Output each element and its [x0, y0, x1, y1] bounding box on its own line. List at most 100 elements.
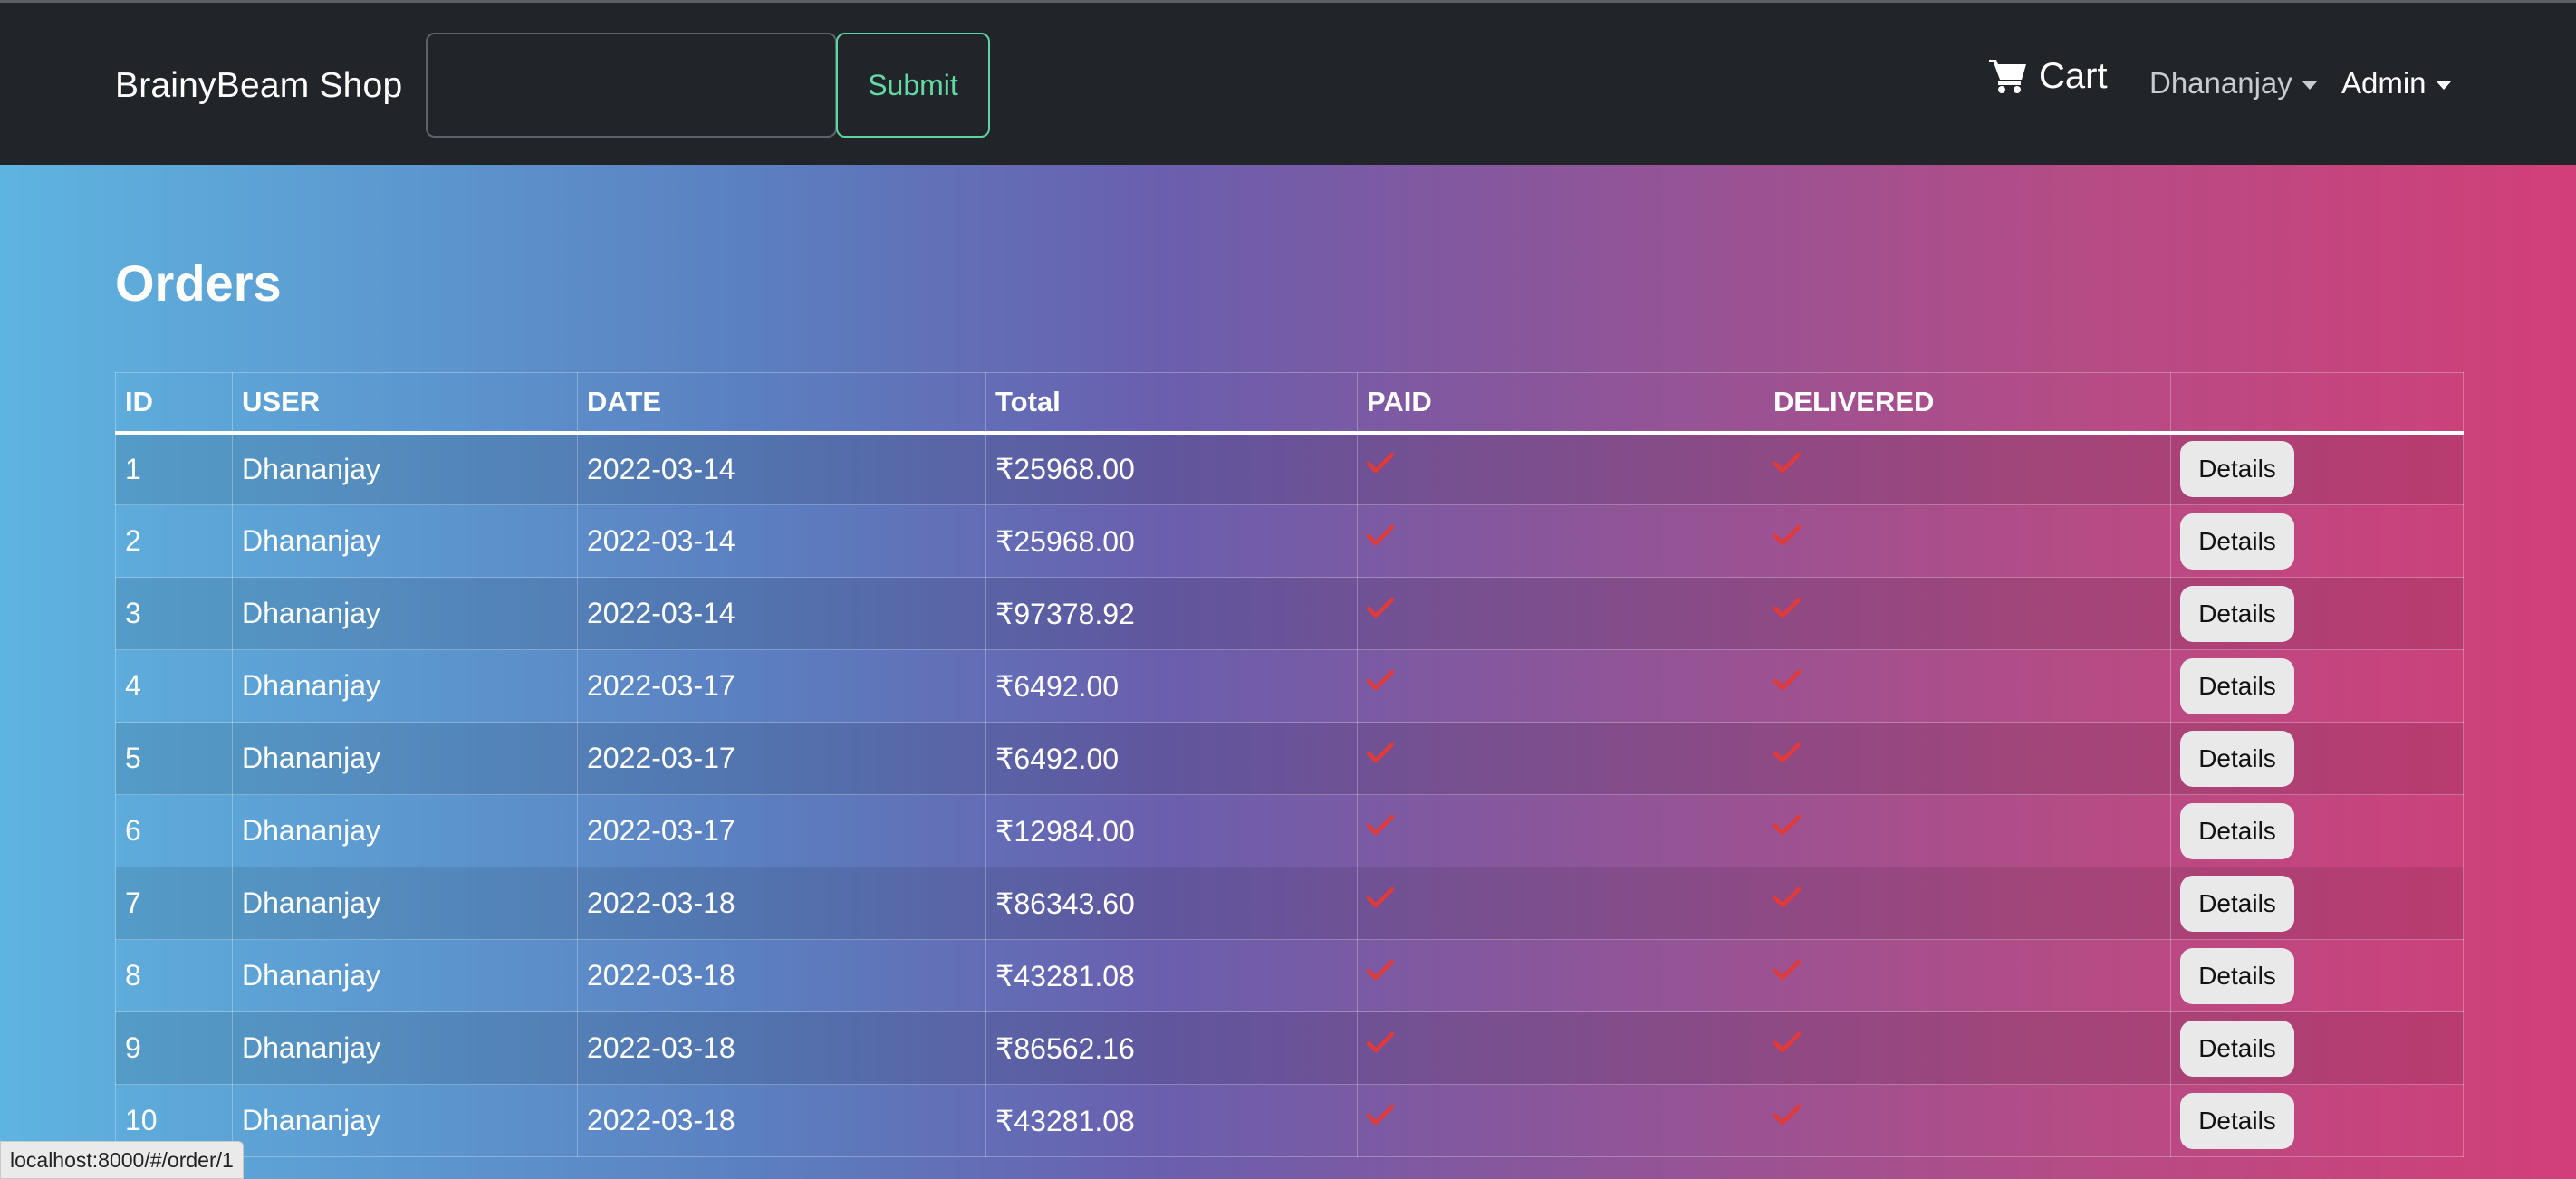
column-header-delivered: DELIVERED — [1764, 372, 2171, 435]
column-header-id: ID — [115, 372, 233, 435]
order-actions-cell: Details — [2170, 867, 2464, 940]
order-delivered-cell — [1764, 577, 2171, 650]
details-button[interactable]: Details — [2180, 585, 2294, 642]
delivered-check-icon — [1773, 814, 1801, 835]
order-total-cell: ₹43281.08 — [985, 939, 1358, 1012]
order-date-cell: 2022-03-18 — [577, 867, 986, 940]
order-total-cell: ₹25968.00 — [985, 432, 1358, 505]
table-row: 4 Dhananjay 2022-03-17 ₹6492.00 Details — [115, 649, 2464, 723]
details-button[interactable]: Details — [2180, 1020, 2294, 1077]
table-row: 3 Dhananjay 2022-03-14 ₹97378.92 Details — [115, 577, 2464, 650]
paid-check-icon — [1367, 814, 1394, 835]
details-button[interactable]: Details — [2180, 1092, 2294, 1149]
details-button[interactable]: Details — [2180, 513, 2294, 570]
top-navbar: BrainyBeam Shop Submit Cart Dhananjay Ad… — [0, 0, 2576, 165]
paid-check-icon — [1367, 524, 1394, 545]
order-actions-cell: Details — [2170, 432, 2464, 505]
orders-table: ID USER DATE Total PAID DELIVERED 1 Dhana… — [115, 372, 2464, 1157]
order-delivered-cell — [1764, 722, 2171, 795]
page-title: Orders — [115, 254, 282, 312]
details-button[interactable]: Details — [2180, 730, 2294, 787]
admin-menu-label: Admin — [2341, 66, 2427, 100]
column-header-actions — [2170, 372, 2464, 435]
admin-menu-dropdown[interactable]: Admin — [2341, 66, 2452, 101]
order-paid-cell — [1357, 649, 1764, 723]
order-date-cell: 2022-03-18 — [577, 1011, 986, 1085]
order-paid-cell — [1357, 939, 1764, 1012]
order-total-cell: ₹43281.08 — [985, 1084, 1358, 1157]
details-button[interactable]: Details — [2180, 875, 2294, 932]
table-body: 1 Dhananjay 2022-03-14 ₹25968.00 Details 2 Dha… — [115, 432, 2464, 1157]
delivered-check-icon — [1773, 1031, 1801, 1052]
order-actions-cell: Details — [2170, 722, 2464, 795]
order-id-cell: 5 — [115, 722, 233, 795]
details-button[interactable]: Details — [2180, 657, 2294, 714]
order-actions-cell: Details — [2170, 1084, 2464, 1157]
order-total-cell: ₹6492.00 — [985, 722, 1358, 795]
order-date-cell: 2022-03-18 — [577, 939, 986, 1012]
submit-button[interactable]: Submit — [836, 33, 990, 138]
order-user-cell: Dhananjay — [232, 432, 578, 505]
order-actions-cell: Details — [2170, 794, 2464, 867]
caret-down-icon — [2435, 81, 2452, 90]
order-paid-cell — [1357, 722, 1764, 795]
order-user-cell: Dhananjay — [232, 1084, 578, 1157]
search-input[interactable] — [426, 33, 837, 138]
table-row: 6 Dhananjay 2022-03-17 ₹12984.00 Details — [115, 794, 2464, 867]
order-id-cell: 8 — [115, 939, 233, 1012]
table-row: 10 Dhananjay 2022-03-18 ₹43281.08 Details — [115, 1084, 2464, 1157]
delivered-check-icon — [1773, 669, 1801, 690]
delivered-check-icon — [1773, 887, 1801, 907]
order-delivered-cell — [1764, 432, 2171, 505]
order-delivered-cell — [1764, 1084, 2171, 1157]
order-date-cell: 2022-03-17 — [577, 794, 986, 867]
delivered-check-icon — [1773, 453, 1801, 474]
column-header-date: DATE — [577, 372, 986, 435]
details-button[interactable]: Details — [2180, 947, 2294, 1004]
table-row: 1 Dhananjay 2022-03-14 ₹25968.00 Details — [115, 432, 2464, 505]
user-menu-dropdown[interactable]: Dhananjay — [2149, 66, 2318, 101]
order-total-cell: ₹12984.00 — [985, 794, 1358, 867]
order-actions-cell: Details — [2170, 577, 2464, 650]
order-paid-cell — [1357, 577, 1764, 650]
order-paid-cell — [1357, 794, 1764, 867]
order-user-cell: Dhananjay — [232, 794, 578, 867]
order-id-cell: 4 — [115, 649, 233, 723]
table-header: ID USER DATE Total PAID DELIVERED — [115, 372, 2464, 435]
table-row: 9 Dhananjay 2022-03-18 ₹86562.16 Details — [115, 1011, 2464, 1085]
table-row: 8 Dhananjay 2022-03-18 ₹43281.08 Details — [115, 939, 2464, 1012]
details-button[interactable]: Details — [2180, 802, 2294, 859]
order-user-cell: Dhananjay — [232, 939, 578, 1012]
order-date-cell: 2022-03-17 — [577, 722, 986, 795]
column-header-total: Total — [985, 372, 1358, 435]
order-actions-cell: Details — [2170, 939, 2464, 1012]
order-delivered-cell — [1764, 649, 2171, 723]
order-total-cell: ₹6492.00 — [985, 649, 1358, 723]
order-date-cell: 2022-03-17 — [577, 649, 986, 723]
order-actions-cell: Details — [2170, 504, 2464, 578]
brand-link[interactable]: BrainyBeam Shop — [115, 66, 402, 106]
order-user-cell: Dhananjay — [232, 577, 578, 650]
order-user-cell: Dhananjay — [232, 1011, 578, 1085]
order-paid-cell — [1357, 1011, 1764, 1085]
details-button[interactable]: Details — [2180, 441, 2294, 498]
order-paid-cell — [1357, 432, 1764, 505]
cart-link[interactable]: Cart — [1988, 53, 2108, 99]
delivered-check-icon — [1773, 742, 1801, 762]
table-row: 2 Dhananjay 2022-03-14 ₹25968.00 Details — [115, 504, 2464, 578]
table-row: 7 Dhananjay 2022-03-18 ₹86343.60 Details — [115, 867, 2464, 940]
order-date-cell: 2022-03-14 — [577, 432, 986, 505]
user-menu-label: Dhananjay — [2149, 66, 2292, 100]
paid-check-icon — [1367, 453, 1394, 474]
caret-down-icon — [2301, 81, 2318, 90]
column-header-user: USER — [232, 372, 578, 435]
column-header-paid: PAID — [1357, 372, 1764, 435]
order-total-cell: ₹25968.00 — [985, 504, 1358, 578]
paid-check-icon — [1367, 1104, 1394, 1125]
order-user-cell: Dhananjay — [232, 504, 578, 578]
paid-check-icon — [1367, 742, 1394, 762]
order-id-cell: 6 — [115, 794, 233, 867]
shopping-cart-icon — [1989, 60, 2026, 93]
table-row: 5 Dhananjay 2022-03-17 ₹6492.00 Details — [115, 722, 2464, 795]
order-paid-cell — [1357, 1084, 1764, 1157]
